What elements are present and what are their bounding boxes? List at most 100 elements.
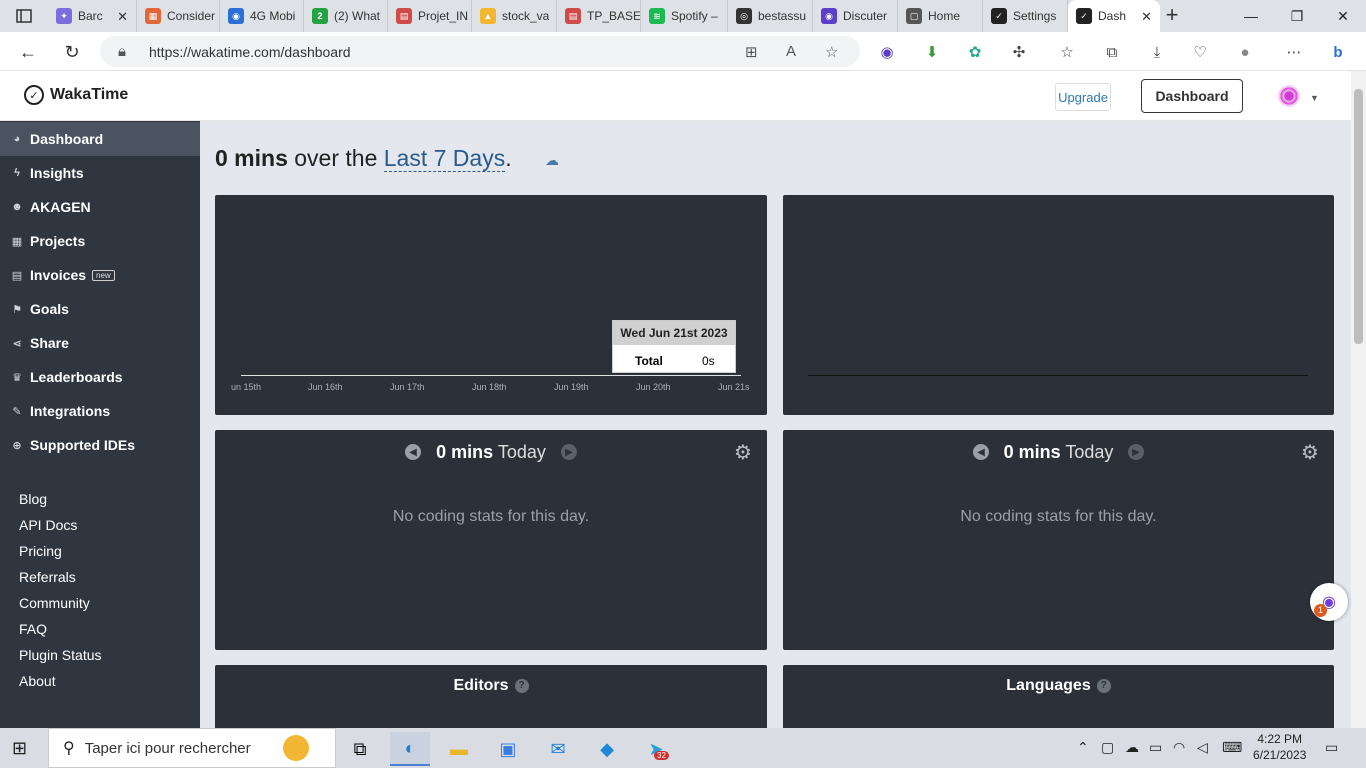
bing-chat-icon[interactable]: b: [1328, 42, 1348, 62]
sidebar-item-goals[interactable]: ⚑ Goals: [0, 292, 200, 326]
extensions-icon[interactable]: ✣: [1009, 42, 1029, 62]
refresh-icon[interactable]: ↻: [60, 40, 84, 64]
telegram-icon[interactable]: ➤: [636, 732, 676, 766]
chart-x-axis: [241, 375, 741, 376]
next-day-icon[interactable]: ▶: [561, 444, 577, 460]
sidebar-link-plugin-status[interactable]: Plugin Status: [19, 647, 102, 663]
sidebar-link-api-docs[interactable]: API Docs: [19, 517, 77, 533]
battery-icon[interactable]: ▭: [1149, 739, 1162, 756]
sidebar-item-supported-ides[interactable]: ⊕ Supported IDEs: [0, 428, 200, 462]
task-view-icon[interactable]: ⧉: [340, 732, 380, 766]
avatar[interactable]: [1278, 85, 1300, 107]
close-tab-icon[interactable]: ✕: [117, 9, 128, 25]
dashboard-button[interactable]: Dashboard: [1141, 79, 1243, 113]
help-icon[interactable]: ?: [514, 678, 529, 693]
extension-download-icon[interactable]: ⬇: [922, 42, 942, 62]
volume-icon[interactable]: ◁: [1197, 739, 1208, 756]
url-box[interactable]: 🔒︎ https://wakatime.com/dashboard ⊞ A ☆: [100, 36, 860, 67]
browser-tab[interactable]: ✦ Barc ✕: [48, 0, 137, 32]
sidebar-item-akagen[interactable]: ☻ AKAGEN: [0, 190, 200, 224]
browser-tab[interactable]: ≋ Spotify –: [641, 0, 728, 32]
browser-tab[interactable]: ◎ bestassu: [728, 0, 813, 32]
read-aloud-icon[interactable]: A: [786, 43, 796, 60]
date-range-selector[interactable]: Last 7 Days: [383, 145, 506, 172]
scrollbar-thumb[interactable]: [1354, 89, 1363, 344]
sidebar-link-about[interactable]: About: [19, 673, 56, 689]
browser-tab[interactable]: ◉ 4G Mobi: [220, 0, 304, 32]
sidebar-item-integrations[interactable]: ✎ Integrations: [0, 394, 200, 428]
file-explorer-icon[interactable]: ▬: [439, 732, 479, 766]
profile-icon[interactable]: ●: [1235, 42, 1255, 62]
settings-more-icon[interactable]: ⋯: [1284, 42, 1304, 62]
notifications-icon[interactable]: ▭: [1325, 739, 1338, 756]
extension-chatgpt-icon[interactable]: ✿: [965, 42, 985, 62]
browser-tab[interactable]: ◉ Discuter: [813, 0, 898, 32]
extension-discuter-icon[interactable]: ◉: [877, 42, 897, 62]
headline-mid: over the: [294, 145, 378, 171]
page-scrollbar[interactable]: [1351, 71, 1366, 728]
close-tab-icon[interactable]: ✕: [1141, 9, 1152, 25]
keyboard-icon[interactable]: ⌨: [1222, 739, 1242, 756]
edge-app-icon[interactable]: ◐: [390, 732, 430, 766]
sidebar-link-pricing[interactable]: Pricing: [19, 543, 62, 559]
chevron-down-icon[interactable]: ▼: [1310, 93, 1319, 103]
chart-x-tick: Jun 19th: [554, 382, 589, 392]
browser-tab[interactable]: ▲ stock_va: [472, 0, 557, 32]
gear-icon[interactable]: ⚙: [1301, 440, 1319, 465]
url-text[interactable]: https://wakatime.com/dashboard: [149, 44, 351, 60]
performance-icon[interactable]: ♡: [1190, 42, 1210, 62]
new-tab-button[interactable]: +: [1160, 4, 1184, 28]
sidebar-item-share[interactable]: ⋖ Share: [0, 326, 200, 360]
tab-title: Projet_IN: [418, 9, 469, 23]
sidebar-item-icon: ▤: [11, 269, 23, 282]
sidebar-item-invoices[interactable]: ▤ Invoices new: [0, 258, 200, 292]
tab-favicon-icon: ▲: [480, 8, 496, 24]
sidebar-item-dashboard[interactable]: ◕ Dashboard: [0, 122, 200, 156]
windows-start-icon[interactable]: ⊞: [12, 738, 27, 759]
downloads-icon[interactable]: ⤓: [1147, 42, 1167, 62]
next-day-icon[interactable]: ▶: [1128, 444, 1144, 460]
browser-tab[interactable]: 2 (2) What: [304, 0, 388, 32]
sidebar-link-referrals[interactable]: Referrals: [19, 569, 76, 585]
browser-tab[interactable]: ▦ Consider: [137, 0, 220, 32]
tab-title: Consider: [167, 9, 216, 23]
taskbar-search[interactable]: ⚲ Taper ici pour rechercher: [48, 728, 336, 768]
vscode-icon[interactable]: ◆: [587, 732, 627, 766]
browser-tab[interactable]: ✓ Settings: [983, 0, 1068, 32]
sidebar-item-insights[interactable]: ϟ Insights: [0, 156, 200, 190]
sidebar-item-projects[interactable]: ▦ Projects: [0, 224, 200, 258]
wifi-icon[interactable]: ◠: [1173, 739, 1185, 756]
close-window-button[interactable]: ✕: [1320, 0, 1366, 32]
tray-chevron-icon[interactable]: ⌃: [1077, 739, 1089, 756]
app-available-icon[interactable]: ⊞: [745, 43, 758, 61]
browser-tab[interactable]: ▤ Projet_IN: [388, 0, 472, 32]
tab-title: Settings: [1013, 9, 1057, 23]
sidebar-link-blog[interactable]: Blog: [19, 491, 47, 507]
collections-icon[interactable]: ⧉: [1102, 42, 1122, 62]
browser-tab[interactable]: ▢ Home: [898, 0, 983, 32]
mail-icon[interactable]: ✉: [538, 732, 578, 766]
upgrade-button[interactable]: Upgrade: [1055, 83, 1111, 111]
tooltip-value: 0s: [702, 354, 715, 368]
browser-tab[interactable]: ▤ TP_BASE: [557, 0, 641, 32]
sidebar-item-leaderboards[interactable]: ♛ Leaderboards: [0, 360, 200, 394]
wakatime-logo[interactable]: ✓ WakaTime: [24, 85, 128, 105]
cloud-download-icon[interactable]: ☁: [545, 152, 559, 169]
meet-now-icon[interactable]: ▢: [1101, 739, 1114, 756]
store-icon[interactable]: ▣: [488, 732, 528, 766]
onedrive-icon[interactable]: ☁: [1125, 739, 1139, 756]
sidebar-link-faq[interactable]: FAQ: [19, 621, 47, 637]
restore-button[interactable]: ❐: [1274, 0, 1320, 32]
minimize-button[interactable]: —: [1228, 0, 1274, 32]
back-icon[interactable]: ←: [16, 40, 40, 64]
address-bar-row: ← ↻ 🔒︎ https://wakatime.com/dashboard ⊞ …: [0, 32, 1366, 71]
taskbar-clock[interactable]: 4:22 PM 6/21/2023: [1253, 731, 1306, 763]
gear-icon[interactable]: ⚙: [734, 440, 752, 465]
sidebar-link-community[interactable]: Community: [19, 595, 90, 611]
favorites-icon[interactable]: ☆: [1057, 42, 1077, 62]
favorite-star-icon[interactable]: ☆: [825, 43, 838, 61]
editors-title: Editors?: [215, 677, 767, 695]
tab-actions-icon[interactable]: [8, 5, 40, 27]
help-icon[interactable]: ?: [1096, 678, 1111, 693]
browser-tab[interactable]: ✓ Dash ✕: [1068, 0, 1160, 32]
